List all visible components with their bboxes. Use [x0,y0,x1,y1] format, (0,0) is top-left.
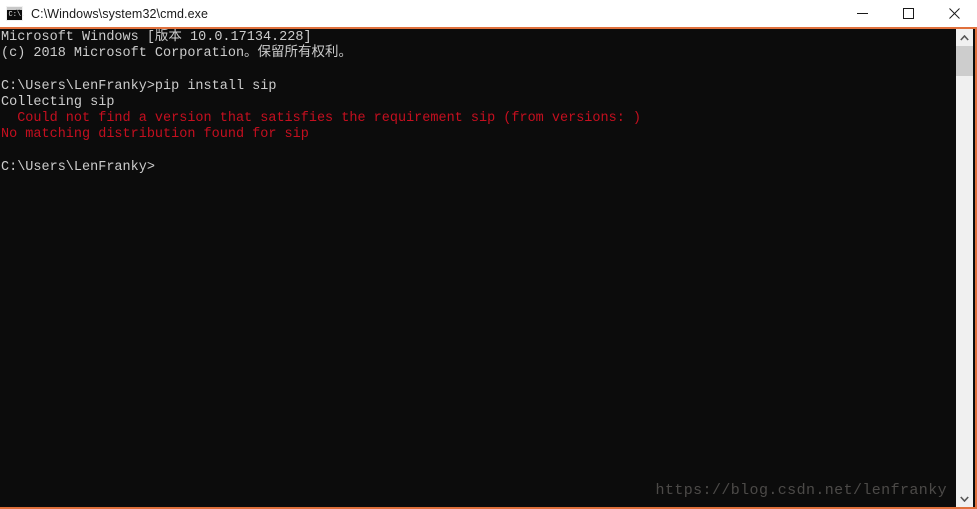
scroll-down-button[interactable] [956,490,973,507]
minimize-icon [856,13,868,14]
console-line: C:\Users\LenFranky> [1,159,155,175]
console-line: Could not find a version that satisfies … [1,110,642,126]
minimize-button[interactable] [839,0,885,27]
vertical-scrollbar[interactable] [956,29,973,507]
icon-prompt-text: C:\. [8,11,26,19]
console-line: No matching distribution found for sip [1,127,309,143]
close-button[interactable] [931,0,977,27]
console-surface[interactable]: Microsoft Windows [版本 10.0.17134.228] (c)… [0,27,977,509]
window-controls [839,0,977,27]
scrollbar-track[interactable] [956,46,973,490]
maximize-button[interactable] [885,0,931,27]
chevron-up-icon [960,34,969,41]
cmd-window: ··· C:\. C:\Windows\system32\cmd.exe Mic… [0,0,977,509]
window-title: C:\Windows\system32\cmd.exe [31,6,209,21]
console-line: Collecting sip [1,94,115,110]
title-bar[interactable]: ··· C:\. C:\Windows\system32\cmd.exe [0,0,977,27]
console-output[interactable]: Microsoft Windows [版本 10.0.17134.228] (c)… [0,30,940,506]
scroll-up-button[interactable] [956,29,973,46]
console-line: (c) 2018 Microsoft Corporation。保留所有权利。 [1,46,353,62]
cmd-console-icon: ··· C:\. [6,6,26,21]
maximize-icon [902,8,914,19]
console-line: Microsoft Windows [版本 10.0.17134.228] [1,30,312,45]
console-line: C:\Users\LenFranky>pip install sip [1,78,277,94]
chevron-down-icon [960,495,969,502]
close-icon [948,8,960,19]
scrollbar-thumb[interactable] [956,46,973,76]
